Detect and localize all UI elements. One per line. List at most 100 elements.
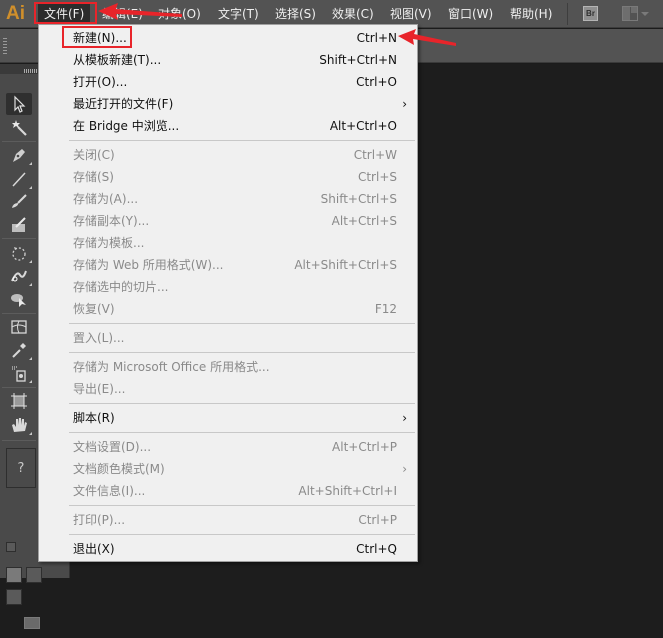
file-menu-dropdown: 新建(N)... Ctrl+N 从模板新建(T)... Shift+Ctrl+N 打开(…	[38, 24, 418, 562]
menu-item-shortcut: Shift+Ctrl+S	[320, 192, 397, 206]
menu-type[interactable]: 文字(T)	[218, 5, 259, 23]
file-menu-item[interactable]: 脚本(R) ›	[39, 407, 417, 429]
sprayer-icon	[12, 366, 26, 382]
annotation-arrow-icon	[98, 3, 182, 20]
menu-item-label: 导出(E)...	[73, 382, 126, 396]
selection-tool[interactable]	[6, 93, 32, 115]
menu-item-label: 文档设置(D)...	[73, 440, 152, 454]
color-mode-button[interactable]	[6, 567, 22, 583]
screen-mode-icon[interactable]	[24, 617, 40, 629]
menu-view[interactable]: 视图(V)	[390, 5, 432, 23]
blob-brush-tool[interactable]	[6, 214, 32, 236]
menu-item-label: 存储(S)	[73, 170, 114, 184]
menu-item-shortcut: Ctrl+O	[356, 75, 397, 89]
file-menu-item: 存储(S) Ctrl+S	[39, 166, 417, 188]
shape-builder-tool[interactable]	[6, 288, 32, 310]
file-menu-item: 存储为 Microsoft Office 所用格式...	[39, 356, 417, 378]
menu-item-label: 文件信息(I)...	[73, 484, 146, 498]
eyedropper-icon	[12, 343, 26, 358]
menu-item-label: 最近打开的文件(F)	[73, 97, 174, 111]
warp-icon	[11, 270, 27, 282]
menu-separator	[69, 534, 415, 535]
menu-item-label: 置入(L)...	[73, 331, 125, 345]
file-menu-item[interactable]: 退出(X) Ctrl+Q	[39, 538, 417, 560]
bridge-button[interactable]: Br	[583, 6, 598, 21]
menu-item-label: 存储为 Microsoft Office 所用格式...	[73, 360, 270, 374]
file-menu-item: 打印(P)... Ctrl+P	[39, 509, 417, 531]
menu-item-label: 恢复(V)	[73, 302, 115, 316]
annotation-highlight-new-item	[62, 26, 132, 48]
menu-separator	[69, 403, 415, 404]
menu-item-label: 从模板新建(T)...	[73, 53, 162, 67]
file-menu-item[interactable]: 在 Bridge 中浏览... Alt+Ctrl+O	[39, 115, 417, 137]
file-menu-item: 文件信息(I)... Alt+Shift+Ctrl+I	[39, 480, 417, 502]
tool-separator	[2, 313, 36, 314]
menu-item-label: 存储为(A)...	[73, 192, 139, 206]
chevron-right-icon: ›	[402, 462, 407, 476]
menu-item-label: 退出(X)	[73, 542, 115, 556]
menu-separator	[69, 140, 415, 141]
line-tool[interactable]	[6, 168, 32, 190]
gradient-mode-button[interactable]	[26, 567, 42, 583]
blob-brush-icon	[12, 217, 26, 232]
panel-grip-icon[interactable]	[24, 69, 38, 73]
brush-icon	[12, 194, 27, 208]
menu-effect[interactable]: 效果(C)	[332, 5, 374, 23]
eyedropper-tool[interactable]	[6, 339, 32, 361]
file-menu-item: 文档颜色模式(M) ›	[39, 458, 417, 480]
menu-item-shortcut: Alt+Shift+Ctrl+I	[298, 484, 397, 498]
file-menu-item[interactable]: 从模板新建(T)... Shift+Ctrl+N	[39, 49, 417, 71]
file-menu-item: 恢复(V) F12	[39, 298, 417, 320]
file-menu-item: 关闭(C) Ctrl+W	[39, 144, 417, 166]
chevron-right-icon: ›	[402, 411, 407, 425]
artboard-tool[interactable]	[6, 390, 32, 412]
file-menu-item: 文档设置(D)... Alt+Ctrl+P	[39, 436, 417, 458]
menu-item-label: 存储为模板...	[73, 236, 145, 250]
artboard-icon	[11, 393, 27, 409]
menu-item-label: 存储选中的切片...	[73, 280, 169, 294]
arrow-cursor-icon	[14, 95, 26, 113]
file-menu-item: 存储副本(Y)... Alt+Ctrl+S	[39, 210, 417, 232]
tool-separator	[2, 238, 36, 239]
file-menu-item: 存储选中的切片...	[39, 276, 417, 298]
magic-wand-tool[interactable]	[6, 116, 32, 138]
hand-tool[interactable]	[6, 414, 32, 436]
menu-item-shortcut: Ctrl+N	[356, 31, 397, 45]
menu-item-label: 存储为 Web 所用格式(W)...	[73, 258, 224, 272]
mesh-tool[interactable]	[6, 316, 32, 338]
menu-select[interactable]: 选择(S)	[275, 5, 316, 23]
file-menu-item: 存储为 Web 所用格式(W)... Alt+Shift+Ctrl+S	[39, 254, 417, 276]
puppet-warp-tool[interactable]	[6, 265, 32, 287]
menu-item-label: 存储副本(Y)...	[73, 214, 150, 228]
tool-separator	[2, 387, 36, 388]
control-bar-grip[interactable]	[3, 38, 7, 54]
file-menu-item: 置入(L)...	[39, 327, 417, 349]
menu-item-shortcut: Alt+Ctrl+S	[331, 214, 397, 228]
menu-item-label: 打印(P)...	[73, 513, 126, 527]
menu-window[interactable]: 窗口(W)	[448, 5, 493, 23]
rotate-tool[interactable]	[6, 242, 32, 264]
file-menu-item: 存储为模板...	[39, 232, 417, 254]
tool-separator	[2, 141, 36, 142]
workspace-layout-icon[interactable]	[622, 6, 638, 21]
paintbrush-tool[interactable]	[6, 191, 32, 213]
menu-separator	[69, 432, 415, 433]
menu-item-shortcut: Alt+Ctrl+O	[329, 119, 397, 133]
symbol-sprayer-tool[interactable]	[6, 362, 32, 384]
app-logo: Ai	[6, 3, 25, 24]
pen-tool[interactable]	[6, 144, 32, 166]
draw-normal-button[interactable]	[6, 589, 22, 605]
chevron-down-icon[interactable]	[641, 12, 649, 16]
chevron-right-icon: ›	[402, 97, 407, 111]
mesh-icon	[11, 320, 27, 334]
default-colors-icon[interactable]	[6, 542, 16, 552]
file-menu-item[interactable]: 最近打开的文件(F) ›	[39, 93, 417, 115]
file-menu-item[interactable]: 打开(O)... Ctrl+O	[39, 71, 417, 93]
menu-item-shortcut: Alt+Ctrl+P	[332, 440, 397, 454]
menu-item-shortcut: Shift+Ctrl+N	[319, 53, 397, 67]
menu-separator	[69, 505, 415, 506]
menu-help[interactable]: 帮助(H)	[510, 5, 552, 23]
menu-item-shortcut: Alt+Shift+Ctrl+S	[294, 258, 397, 272]
menu-item-shortcut: Ctrl+Q	[356, 542, 397, 556]
fill-stroke-swatch[interactable]: ?	[6, 448, 36, 488]
